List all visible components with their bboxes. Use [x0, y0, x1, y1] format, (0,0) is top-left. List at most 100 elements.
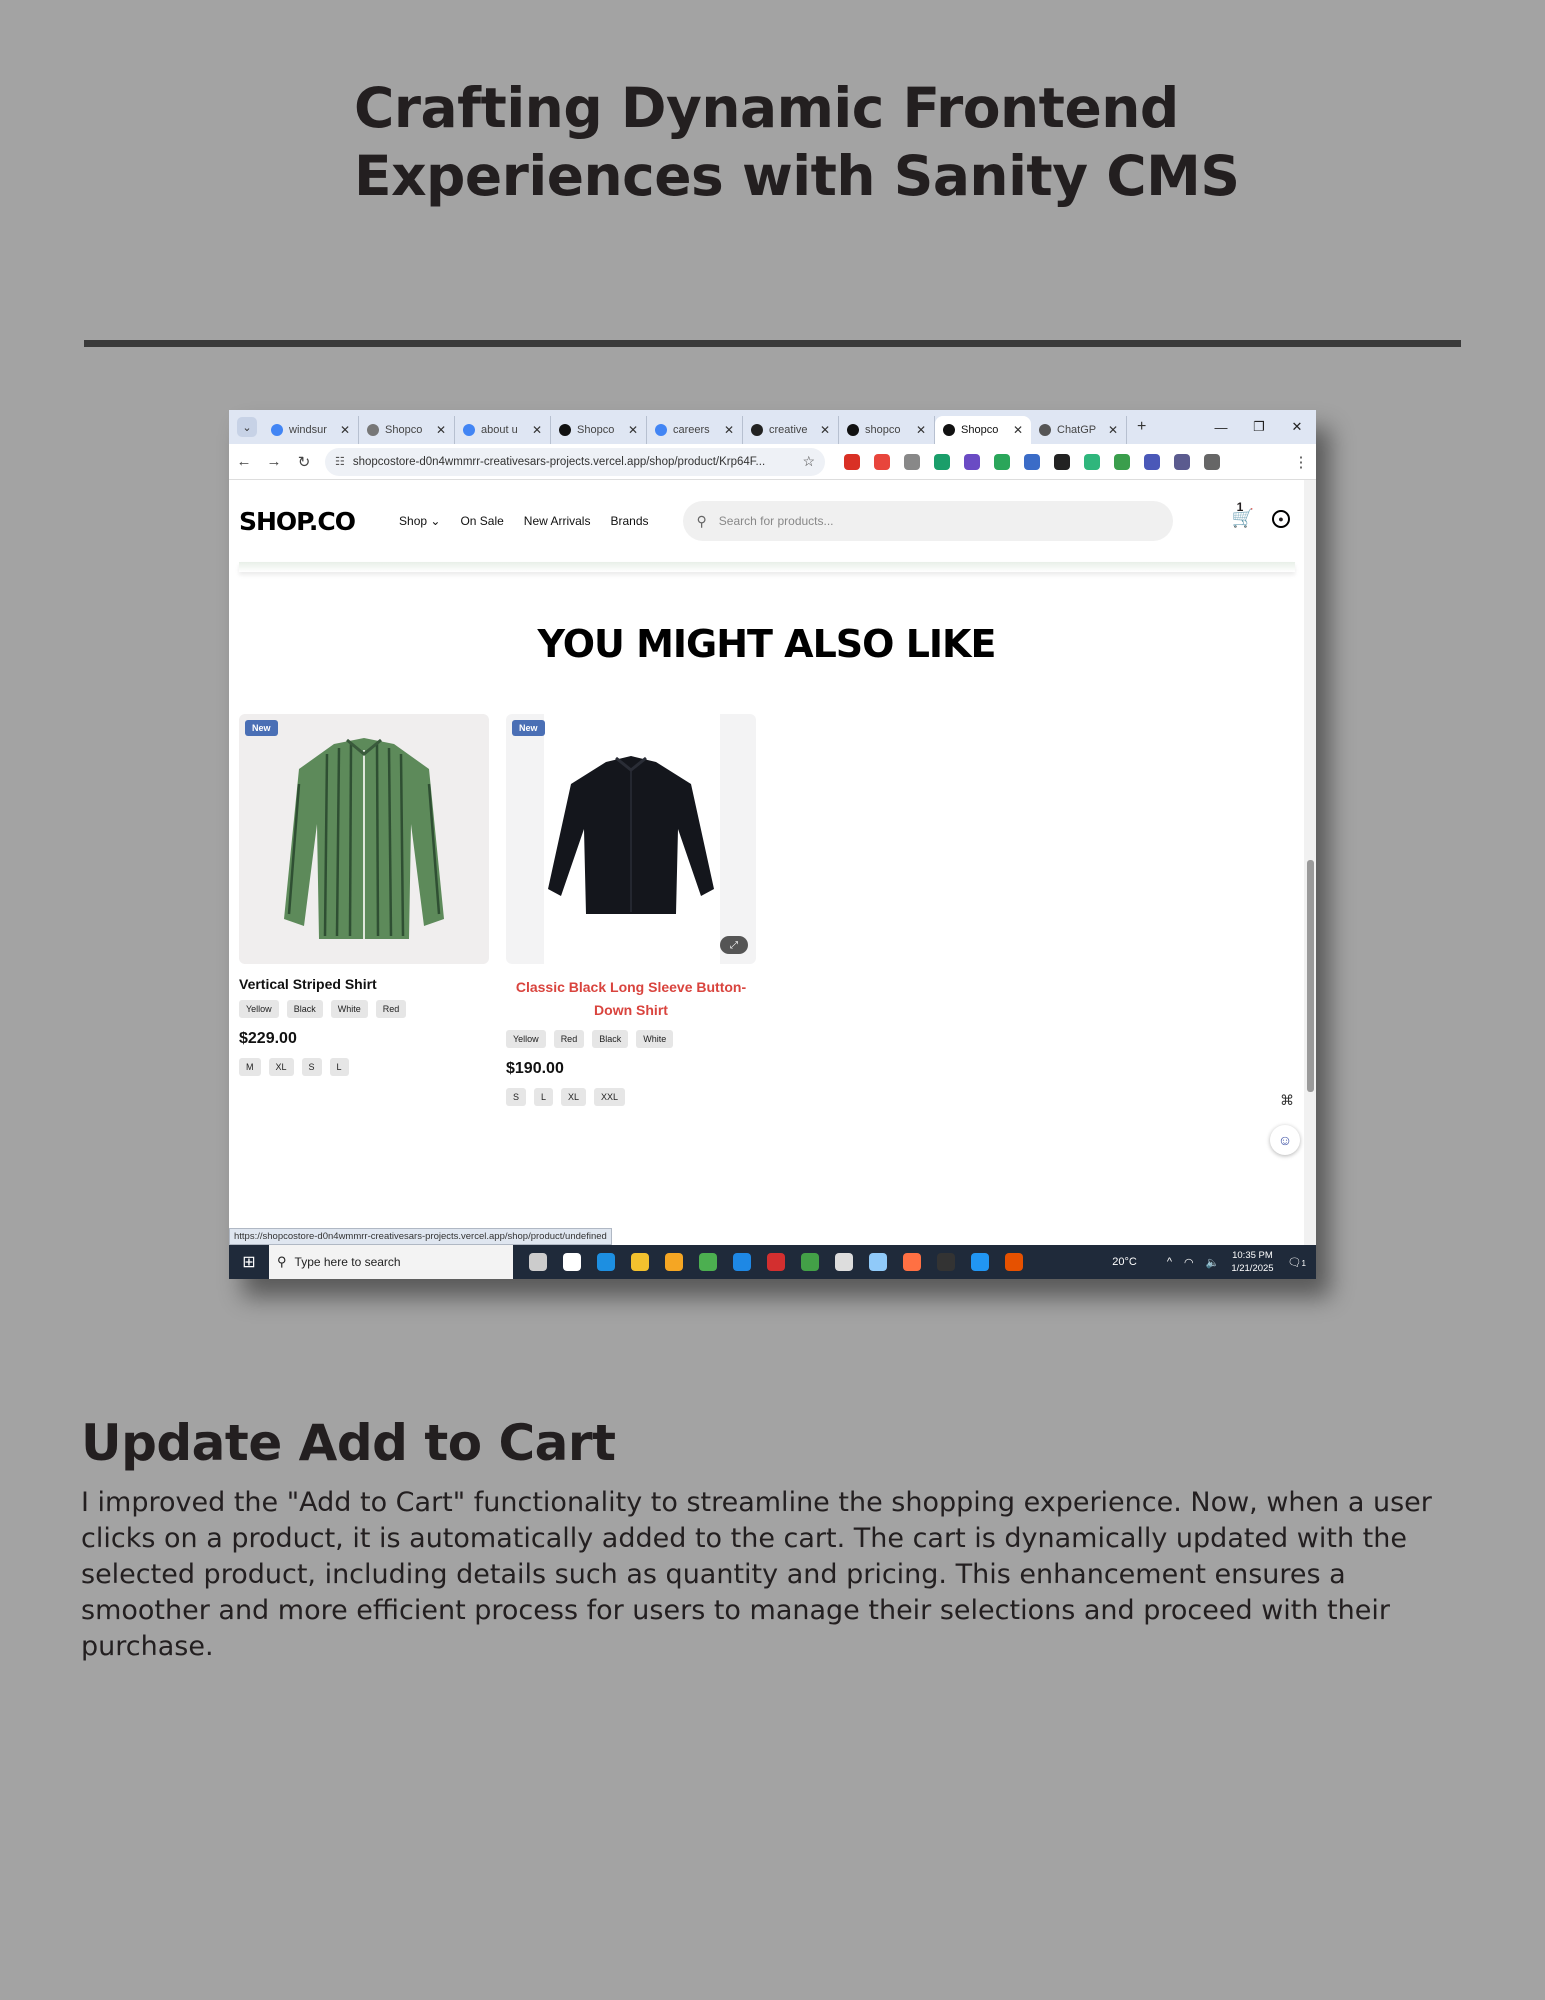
taskbar-app-icon[interactable] [631, 1253, 649, 1271]
nav-brands[interactable]: Brands [610, 514, 648, 528]
close-tab-icon[interactable]: ✕ [916, 423, 926, 437]
browser-tab[interactable]: about u ✕ [455, 416, 551, 444]
extension-icon[interactable] [904, 453, 920, 470]
notification-icon[interactable]: 🗨1 [1288, 1256, 1306, 1269]
windows-start-icon[interactable]: ⊞ [229, 1245, 269, 1279]
nav-new-arrivals[interactable]: New Arrivals [524, 514, 591, 528]
page-scrollbar[interactable] [1304, 480, 1316, 1245]
clock[interactable]: 10:35 PM 1/21/2025 [1231, 1249, 1273, 1275]
scrollbar-thumb[interactable] [1307, 860, 1314, 1092]
color-chip[interactable]: Red [375, 1000, 407, 1018]
taskbar-app-icon[interactable] [665, 1253, 683, 1271]
browser-tab[interactable]: Shopco ✕ [551, 416, 647, 444]
taskbar-app-icon[interactable] [903, 1253, 921, 1271]
tab-search-button[interactable]: ⌄ [237, 417, 257, 437]
taskbar-app-icon[interactable] [1005, 1253, 1023, 1271]
back-icon[interactable]: ← [229, 447, 259, 477]
assistant-icon[interactable]: ☺ [1270, 1125, 1300, 1155]
grid-icon[interactable]: ⌘ [1280, 1092, 1294, 1109]
size-chip[interactable]: S [506, 1088, 527, 1106]
size-chip[interactable]: M [239, 1058, 261, 1076]
browser-tab[interactable]: creative ✕ [743, 416, 839, 444]
product-name[interactable]: Vertical Striped Shirt [239, 976, 489, 992]
browser-tab[interactable]: windsur ✕ [263, 416, 359, 444]
size-chip[interactable]: L [534, 1088, 554, 1106]
extension-icon[interactable] [1084, 453, 1100, 470]
size-chip[interactable]: XL [561, 1088, 587, 1106]
extension-icon[interactable] [1204, 453, 1220, 470]
taskbar-app-icon[interactable] [767, 1253, 785, 1271]
product-name[interactable]: Classic Black Long Sleeve Button-Down Sh… [506, 976, 756, 1022]
new-tab-button[interactable]: + [1137, 418, 1146, 436]
close-tab-icon[interactable]: ✕ [1013, 423, 1023, 437]
extension-icon[interactable] [994, 453, 1010, 470]
taskbar-app-icon[interactable] [869, 1253, 887, 1271]
reload-icon[interactable]: ↻ [289, 447, 319, 477]
nav-shop[interactable]: Shop ⌄ [399, 514, 440, 528]
color-chip[interactable]: White [330, 1000, 368, 1018]
color-chip[interactable]: Red [553, 1030, 585, 1048]
extension-icon[interactable] [874, 453, 890, 470]
taskbar-app-icon[interactable] [801, 1253, 819, 1271]
close-tab-icon[interactable]: ✕ [820, 423, 830, 437]
taskbar-app-icon[interactable] [937, 1253, 955, 1271]
close-tab-icon[interactable]: ✕ [724, 423, 734, 437]
close-tab-icon[interactable]: ✕ [436, 423, 446, 437]
extension-icon[interactable] [964, 453, 980, 470]
extension-icon[interactable] [844, 453, 860, 470]
wifi-icon[interactable]: ◠ [1184, 1256, 1194, 1269]
taskbar-app-icon[interactable] [835, 1253, 853, 1271]
bookmark-star-icon[interactable]: ☆ [802, 453, 815, 470]
extension-icon[interactable] [1174, 453, 1190, 470]
extension-icon[interactable] [1024, 453, 1040, 470]
close-tab-icon[interactable]: ✕ [628, 423, 638, 437]
site-info-icon[interactable]: ☷ [335, 455, 345, 468]
site-logo[interactable]: SHOP.CO [239, 507, 356, 536]
product-image[interactable]: New [239, 714, 489, 964]
weather-temperature[interactable]: 20°C [1112, 1256, 1137, 1268]
browser-tab[interactable]: ChatGP ✕ [1031, 416, 1127, 444]
taskbar-app-icon[interactable] [699, 1253, 717, 1271]
taskbar-app-icon[interactable] [597, 1253, 615, 1271]
extension-icon[interactable] [934, 453, 950, 470]
close-tab-icon[interactable]: ✕ [340, 423, 350, 437]
color-chip[interactable]: Yellow [239, 1000, 279, 1018]
close-tab-icon[interactable]: ✕ [532, 423, 542, 437]
nav-on-sale[interactable]: On Sale [460, 514, 503, 528]
size-chip[interactable]: XXL [594, 1088, 626, 1106]
browser-menu-icon[interactable]: ⋮ [1286, 447, 1316, 477]
taskbar-app-icon[interactable] [733, 1253, 751, 1271]
close-window-icon[interactable]: ✕ [1278, 410, 1316, 444]
forward-icon[interactable]: → [259, 447, 289, 477]
browser-tab[interactable]: shopco ✕ [839, 416, 935, 444]
color-chip[interactable]: Yellow [506, 1030, 546, 1048]
user-account-icon[interactable]: ● [1272, 509, 1290, 528]
color-chip[interactable]: Black [286, 1000, 323, 1018]
restore-icon[interactable]: ❐ [1240, 410, 1278, 444]
close-tab-icon[interactable]: ✕ [1108, 423, 1118, 437]
size-chip[interactable]: XL [268, 1058, 294, 1076]
extension-icon[interactable] [1114, 453, 1130, 470]
browser-tab[interactable]: careers ✕ [647, 416, 743, 444]
taskbar-app-icon[interactable] [529, 1253, 547, 1271]
color-chip[interactable]: White [636, 1030, 674, 1048]
extension-icon[interactable] [1054, 453, 1070, 470]
taskbar-app-icon[interactable] [563, 1253, 581, 1271]
url-field[interactable]: ☷ shopcostore-d0n4wmmrr-creativesars-pro… [325, 447, 825, 476]
taskbar-app-icon[interactable] [971, 1253, 989, 1271]
color-chip[interactable]: Black [592, 1030, 629, 1048]
cart-icon[interactable]: 🛒 1 [1232, 500, 1254, 529]
product-search-input[interactable]: ⚲ Search for products... [682, 501, 1173, 541]
browser-tab[interactable]: Shopco ✕ [935, 416, 1031, 444]
product-card[interactable]: New Vertical Striped Shirt Yellow Black [239, 714, 489, 1076]
product-card[interactable]: New ⤢ Classic Black Long Sleeve Button-D… [506, 714, 756, 1106]
size-chip[interactable]: L [329, 1058, 349, 1076]
volume-icon[interactable]: 🔈 [1206, 1256, 1220, 1269]
extension-icon[interactable] [1144, 453, 1160, 470]
product-image[interactable]: New ⤢ [506, 714, 756, 964]
taskbar-search-input[interactable]: ⚲ Type here to search [269, 1245, 513, 1279]
browser-tab[interactable]: Shopco ✕ [359, 416, 455, 444]
expand-icon[interactable]: ⤢ [720, 936, 748, 954]
tray-chevron-icon[interactable]: ^ [1167, 1256, 1172, 1268]
size-chip[interactable]: S [301, 1058, 322, 1076]
